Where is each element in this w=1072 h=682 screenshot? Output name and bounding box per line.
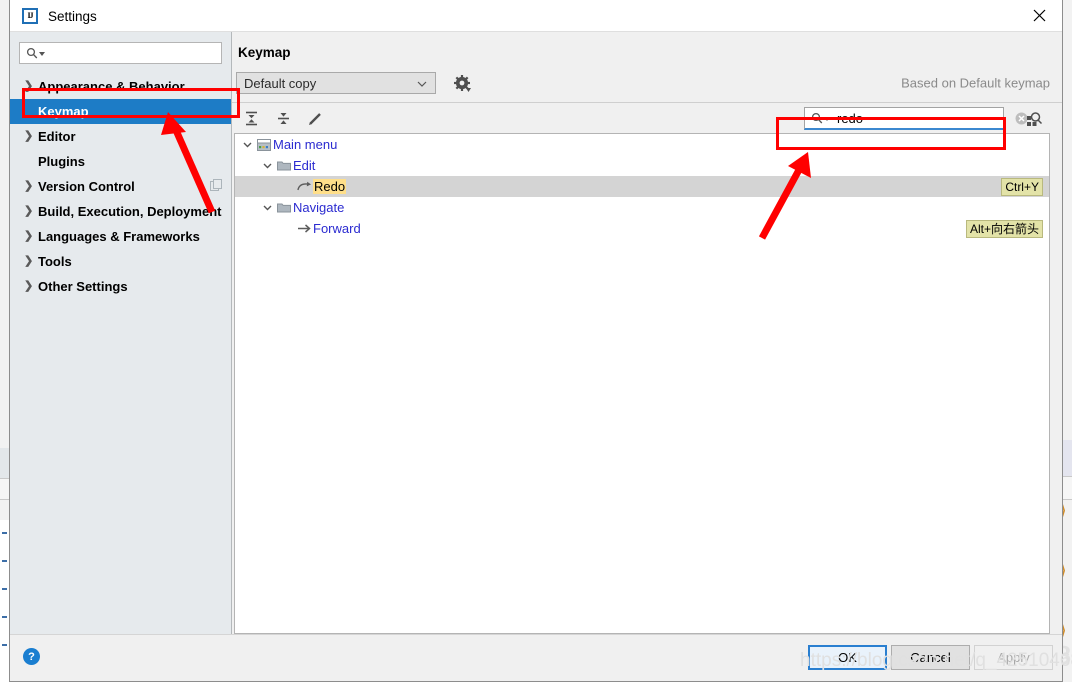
search-icon [811,112,831,124]
chevron-right-icon: ❯ [24,180,34,192]
search-icon [26,47,46,59]
page-title: Keymap [238,45,291,60]
chevron-right-icon: ❯ [24,80,34,92]
dialog-body: ❯ Appearance & Behavior ❯ Keymap ❯ Edito… [10,32,1062,634]
copy-icon [210,178,223,195]
tree-row-label: Redo [313,179,347,194]
help-icon[interactable]: ? [23,648,40,665]
watermark: https://blog.csdn.net/q_42510468 [800,650,1072,671]
sidebar-tree: ❯ Appearance & Behavior ❯ Keymap ❯ Edito… [10,74,231,299]
keymap-search-box[interactable] [804,107,1028,130]
keymap-actions-tree[interactable]: Main menu Edit Redo Ctrl+Y Navigate Forw… [234,133,1050,634]
sidebar-item-version-control[interactable]: ❯ Version Control [10,174,231,199]
sidebar-item-appearance-behavior[interactable]: ❯ Appearance & Behavior [10,74,231,99]
chevron-right-icon: ❯ [24,205,34,217]
tree-row[interactable]: Edit [235,155,1049,176]
gear-icon[interactable] [452,73,472,93]
sidebar-item-plugins[interactable]: ❯ Plugins [10,149,231,174]
main-menu-icon [255,138,273,151]
collapse-all-icon[interactable] [274,109,292,127]
sidebar-item-label: Keymap [38,104,89,119]
chevron-right-icon: ❯ [24,280,34,292]
sidebar-item-build-execution-deployment[interactable]: ❯ Build, Execution, Deployment [10,199,231,224]
sidebar-item-label: Other Settings [38,279,128,294]
tree-row[interactable]: Forward Alt+向右箭头 [235,218,1049,239]
folder-icon [275,160,293,171]
chevron-down-icon[interactable] [259,163,275,169]
sidebar-item-label: Appearance & Behavior [38,79,185,94]
sidebar-item-label: Tools [38,254,72,269]
settings-sidebar: ❯ Appearance & Behavior ❯ Keymap ❯ Edito… [10,32,232,634]
tree-row[interactable]: Redo Ctrl+Y [235,176,1049,197]
tree-row-label: Edit [293,158,316,173]
tree-row-label: Navigate [293,200,345,215]
dialog-titlebar: IJ Settings [10,0,1062,32]
dialog-title: Settings [48,8,97,24]
keymap-pane: Keymap Default copy Based on Default key… [232,32,1062,634]
tree-row[interactable]: Main menu [235,134,1049,155]
keymap-select[interactable]: Default copy [236,72,436,94]
folder-icon [275,202,293,213]
sidebar-item-label: Editor [38,129,76,144]
shortcut-badge: Alt+向右箭头 [965,219,1043,238]
chevron-down-icon[interactable] [239,142,255,148]
chevron-down-icon [417,76,427,91]
find-by-shortcut-icon[interactable] [1024,109,1044,129]
keymap-toolbar [232,103,1062,133]
keymap-select-value: Default copy [244,75,317,91]
shortcut-badge: Ctrl+Y [1001,177,1043,196]
based-on-label: Based on Default keymap [901,75,1050,91]
pencil-edit-icon[interactable] [306,109,324,127]
expand-all-icon[interactable] [242,109,260,127]
sidebar-item-other-settings[interactable]: ❯ Other Settings [10,274,231,299]
sidebar-item-keymap[interactable]: ❯ Keymap [10,99,231,124]
chevron-right-icon: ❯ [24,255,34,267]
tree-row[interactable]: Navigate [235,197,1049,218]
sidebar-item-tools[interactable]: ❯ Tools [10,249,231,274]
chevron-right-icon: ❯ [24,230,34,242]
sidebar-item-languages-frameworks[interactable]: ❯ Languages & Frameworks [10,224,231,249]
close-icon[interactable] [1016,0,1062,31]
sidebar-item-label: Languages & Frameworks [38,229,200,244]
chevron-down-icon[interactable] [259,205,275,211]
tree-row-label: Main menu [273,137,338,152]
chevron-right-icon: ❯ [24,130,34,142]
sidebar-item-label: Plugins [38,154,85,169]
settings-dialog: IJ Settings ❯ Appearance & Behavior Keym… [9,0,1063,682]
sidebar-item-label: Build, Execution, Deployment [38,204,222,219]
sidebar-item-editor[interactable]: ❯ Editor [10,124,231,149]
tree-row-label: Forward [313,221,361,236]
forward-arrow-icon [295,223,313,234]
intellij-idea-icon: IJ [22,8,38,24]
redo-arrow-icon [295,181,313,192]
titlebar-left: IJ Settings [22,0,97,32]
keymap-search-input[interactable] [831,109,1015,127]
keymap-selector-row: Default copy Based on Default keymap [232,66,1062,100]
sidebar-item-label: Version Control [38,179,135,194]
sidebar-search-input[interactable] [19,42,222,64]
